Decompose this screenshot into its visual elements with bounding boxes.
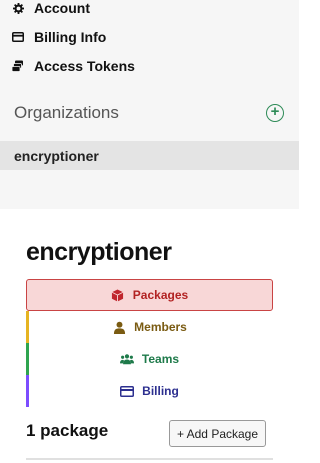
organizations-heading: Organizations [14, 103, 119, 122]
tab-label: Members [134, 320, 187, 334]
sidebar-item-billing-info[interactable]: Billing Info [12, 26, 106, 48]
credit-card-icon [120, 384, 135, 398]
credit-card-icon [12, 31, 24, 43]
sidebar-item-label: Account [34, 0, 90, 16]
tab-members[interactable]: Members [26, 311, 273, 343]
package-count: 1 package [26, 421, 109, 440]
tab-label: Packages [132, 288, 189, 302]
sidebar-item-access-tokens[interactable]: Access Tokens [12, 55, 135, 77]
sidebar-item-label: Billing Info [34, 29, 107, 45]
user-icon [112, 320, 126, 334]
sidebar-item-account[interactable]: Account [12, 0, 90, 19]
tab-label: Billing [142, 384, 179, 398]
tab-packages[interactable]: Packages [26, 279, 273, 311]
package-icon [111, 288, 125, 302]
sidebar: Account Billing Info Access Tokens Organ… [0, 0, 299, 209]
tab-billing[interactable]: Billing [26, 375, 273, 407]
tab-label: Teams [141, 352, 180, 366]
add-organization-button[interactable]: + [266, 104, 284, 122]
users-icon [119, 352, 134, 366]
sidebar-item-label: Access Tokens [34, 58, 135, 74]
tokens-icon [12, 60, 24, 72]
page-title: encryptioner [26, 238, 172, 266]
main-content: encryptioner Packages Members Teams Bill… [0, 209, 299, 463]
sidebar-item-organization[interactable]: encryptioner [0, 141, 299, 170]
divider [26, 458, 273, 460]
gear-icon [12, 2, 24, 14]
tab-teams[interactable]: Teams [26, 343, 273, 375]
add-package-button[interactable]: + Add Package [169, 420, 266, 447]
